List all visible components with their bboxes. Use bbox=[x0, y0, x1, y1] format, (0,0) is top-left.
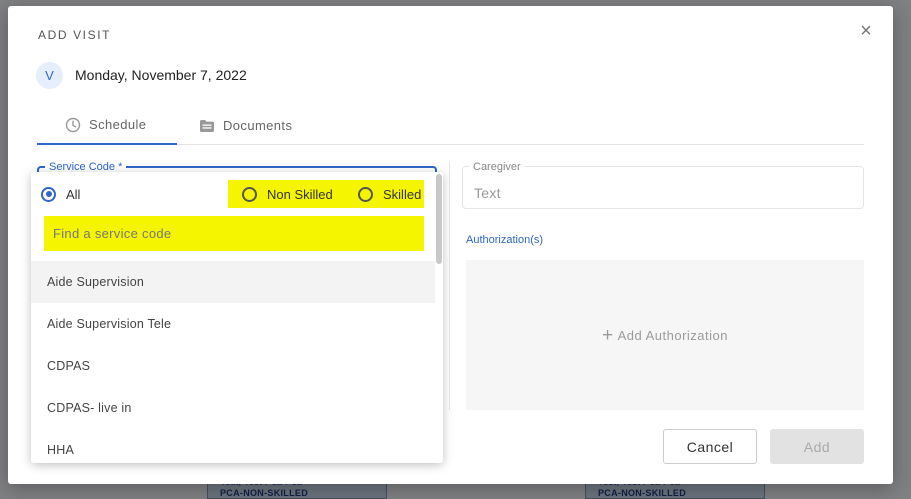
add-authorization-button[interactable]: + Add Authorization bbox=[466, 260, 864, 410]
list-item[interactable]: HHA bbox=[31, 429, 435, 463]
filter-skilled-radio[interactable]: Skilled bbox=[358, 180, 421, 208]
add-authorization: + Add Authorization bbox=[602, 326, 728, 345]
tab-documents[interactable]: Documents bbox=[199, 106, 292, 145]
filter-skilled-label: Skilled bbox=[383, 186, 422, 202]
add-authorization-label: Add Authorization bbox=[617, 327, 728, 343]
service-code-search bbox=[44, 216, 424, 251]
service-code-dropdown: All Non Skilled Skilled Aide Supervision… bbox=[31, 172, 443, 463]
visit-date-row: V Monday, November 7, 2022 bbox=[36, 61, 247, 89]
visit-date: Monday, November 7, 2022 bbox=[75, 67, 247, 83]
list-item[interactable]: Aide Supervision bbox=[31, 261, 435, 303]
tab-documents-label: Documents bbox=[223, 118, 293, 133]
radio-unchecked-icon bbox=[358, 186, 373, 202]
radio-unchecked-icon bbox=[242, 186, 257, 202]
authorization-label: Authorization(s) bbox=[466, 234, 544, 246]
tab-bar: Schedule Documents bbox=[37, 106, 864, 145]
add-button[interactable]: Add bbox=[770, 429, 864, 464]
list-item[interactable]: CDPAS- live in bbox=[31, 387, 435, 429]
tab-schedule[interactable]: Schedule bbox=[37, 106, 177, 145]
caregiver-value: Text bbox=[474, 185, 501, 201]
filter-all-radio[interactable]: All bbox=[41, 180, 80, 208]
service-filter-group: All Non Skilled Skilled bbox=[31, 180, 435, 208]
clock-icon bbox=[65, 117, 81, 133]
radio-checked-icon bbox=[41, 186, 56, 202]
avatar: V bbox=[36, 61, 63, 89]
close-button[interactable]: × bbox=[856, 20, 876, 42]
caregiver-label: Caregiver bbox=[469, 161, 525, 173]
plus-icon: + bbox=[601, 324, 614, 346]
filter-all-label: All bbox=[66, 186, 81, 202]
service-code-list: Aide Supervision Aide Supervision Tele C… bbox=[31, 261, 435, 463]
filter-non-skilled-radio[interactable]: Non Skilled bbox=[242, 180, 333, 208]
folder-icon bbox=[199, 119, 215, 133]
list-item[interactable]: Aide Supervision Tele bbox=[31, 303, 435, 345]
dropdown-scrollbar[interactable] bbox=[435, 172, 443, 463]
close-icon: × bbox=[860, 20, 872, 42]
modal-title: ADD VISIT bbox=[38, 28, 112, 42]
service-code-search-input[interactable] bbox=[53, 226, 424, 241]
filter-non-skilled-label: Non Skilled bbox=[267, 186, 333, 202]
list-item[interactable]: CDPAS bbox=[31, 345, 435, 387]
cancel-button[interactable]: Cancel bbox=[663, 429, 757, 464]
scrollbar-thumb[interactable] bbox=[436, 174, 442, 264]
column-divider bbox=[449, 162, 450, 410]
tab-schedule-label: Schedule bbox=[89, 117, 147, 132]
